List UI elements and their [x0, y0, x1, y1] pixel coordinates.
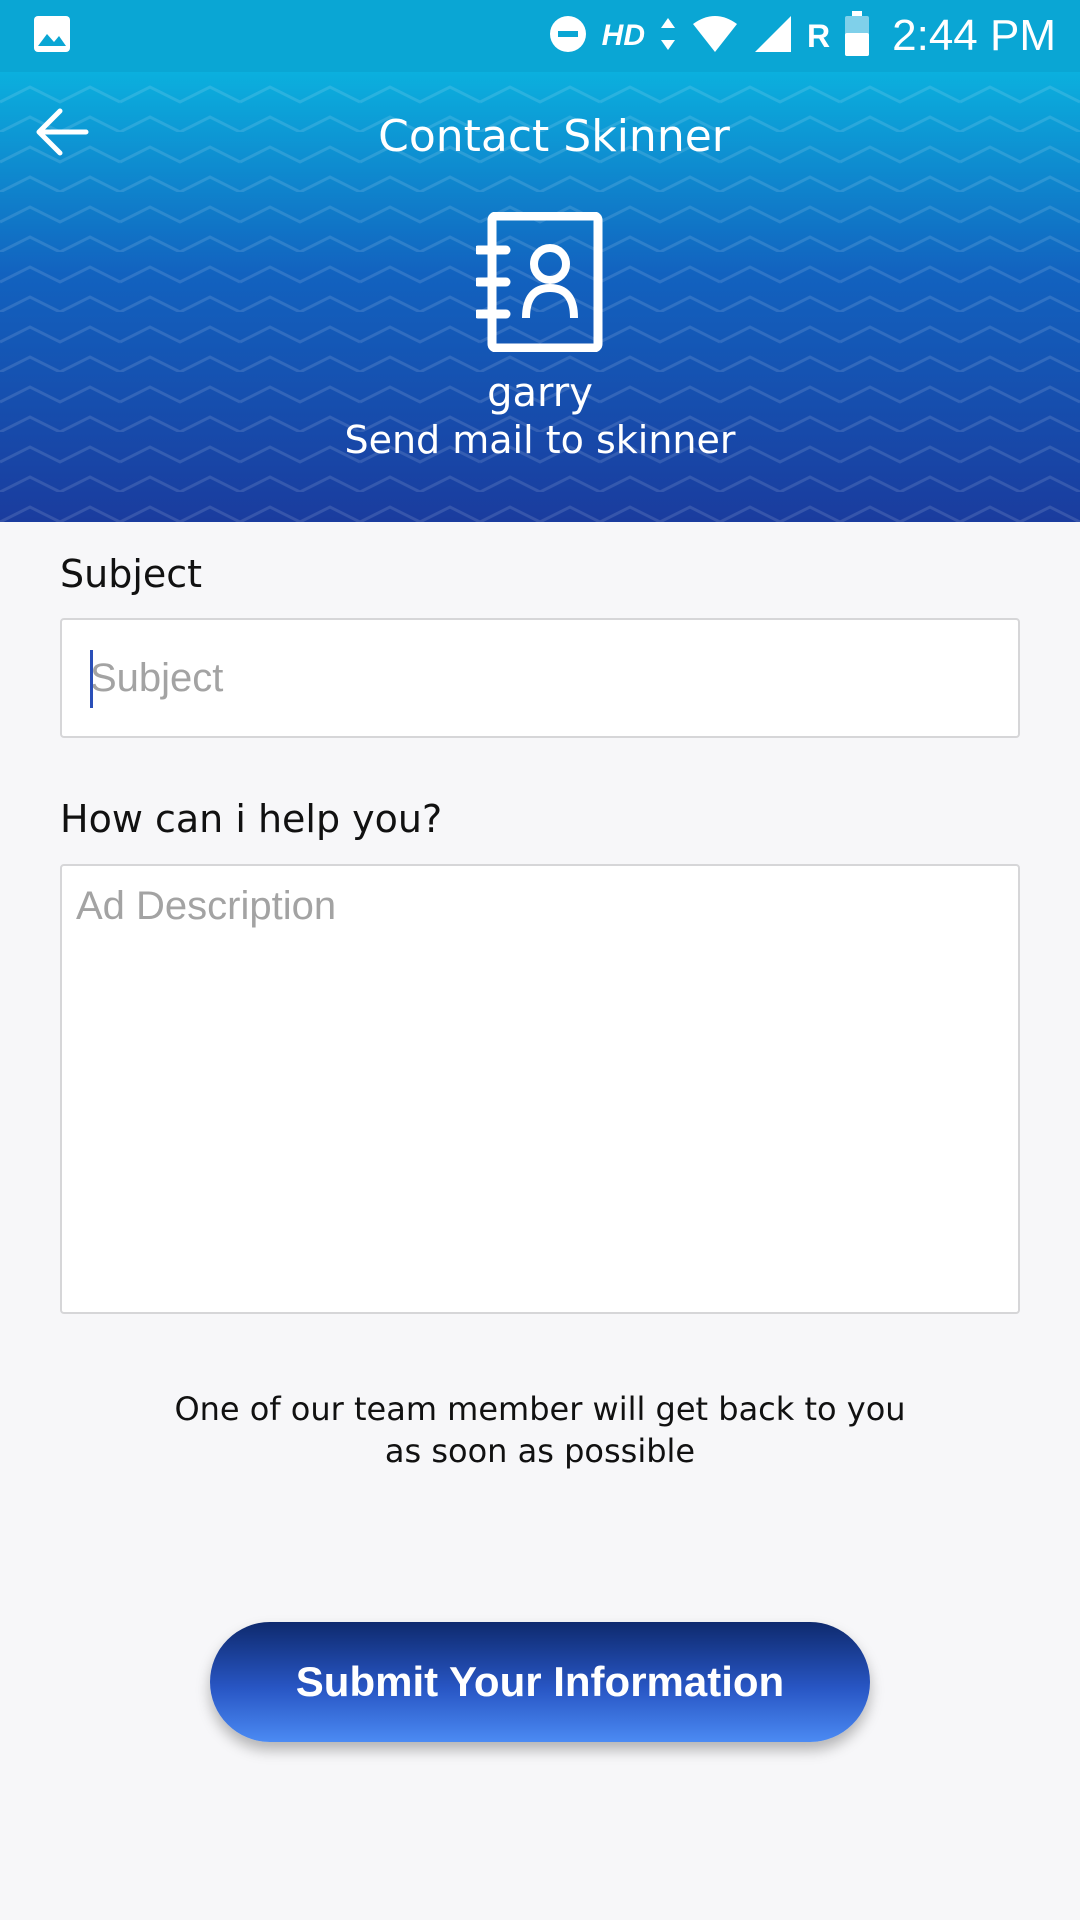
- data-arrows-icon: [659, 14, 677, 59]
- help-label: How can i help you?: [60, 797, 443, 841]
- roaming-label: R: [807, 17, 831, 54]
- submit-button[interactable]: Submit Your Information: [210, 1622, 870, 1742]
- subject-input[interactable]: [90, 620, 990, 736]
- network-type-label: HD: [601, 19, 646, 52]
- page-title: Contact Skinner: [378, 111, 730, 162]
- subject-label: Subject: [60, 552, 203, 596]
- signal-icon: [753, 14, 793, 59]
- status-bar: HD R 2:44 PM: [0, 0, 1080, 72]
- description-field[interactable]: [60, 864, 1020, 1314]
- wifi-icon: [691, 14, 739, 59]
- text-caret: [90, 650, 93, 708]
- subject-field[interactable]: [60, 618, 1020, 738]
- status-time: 2:44 PM: [892, 11, 1056, 60]
- header: Contact Skinner garry Send mail to skinn…: [0, 72, 1080, 522]
- image-icon: [32, 14, 72, 59]
- battery-icon: [844, 10, 870, 62]
- response-note: One of our team member will get back to …: [174, 1390, 906, 1470]
- description-input[interactable]: [76, 884, 996, 1294]
- contact-name: garry: [487, 370, 593, 416]
- contact-book-icon: [473, 211, 606, 353]
- contact-subtitle: Send mail to skinner: [344, 418, 736, 462]
- do-not-disturb-icon: [548, 14, 588, 59]
